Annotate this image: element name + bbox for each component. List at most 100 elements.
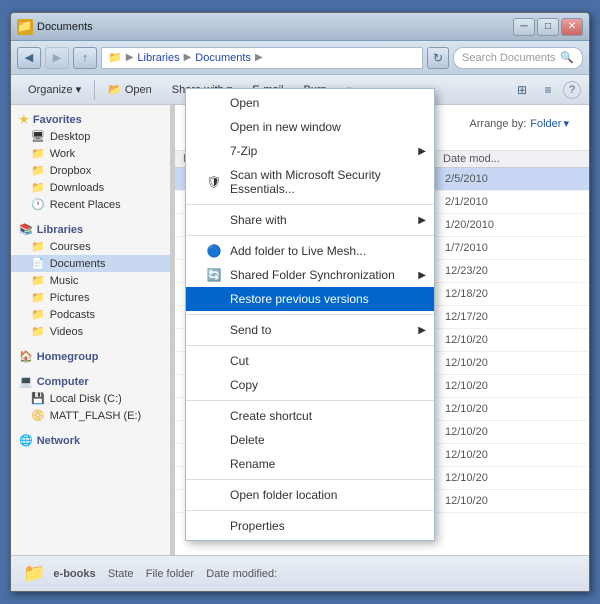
close-button[interactable]: ✕ bbox=[561, 18, 583, 36]
context-menu-separator bbox=[186, 235, 434, 236]
context-menu-separator bbox=[186, 345, 434, 346]
context-menu-item[interactable]: Open in new window bbox=[186, 115, 434, 139]
context-menu-separator bbox=[186, 400, 434, 401]
sidebar-item-documents[interactable]: 📄 Documents bbox=[11, 255, 170, 272]
maximize-button[interactable]: □ bbox=[537, 18, 559, 36]
context-menu-item[interactable]: Open bbox=[186, 91, 434, 115]
view-list-button[interactable]: ≡ bbox=[537, 79, 559, 101]
pictures-label: Pictures bbox=[50, 292, 90, 304]
sidebar-item-podcasts[interactable]: 📁 Podcasts bbox=[11, 306, 170, 323]
sidebar-item-work[interactable]: 📁 Work bbox=[11, 145, 170, 162]
context-menu-item[interactable]: 🔄Shared Folder Synchronization▶ bbox=[186, 263, 434, 287]
title-controls: ─ □ ✕ bbox=[513, 18, 583, 36]
sidebar-item-pictures[interactable]: 📁 Pictures bbox=[11, 289, 170, 306]
file-date: 1/7/2010 bbox=[445, 242, 581, 254]
ctx-item-arrow-icon: ▶ bbox=[418, 215, 426, 226]
libraries-section[interactable]: 📚 Libraries bbox=[11, 219, 170, 238]
file-date: 12/10/20 bbox=[445, 403, 581, 415]
podcasts-label: Podcasts bbox=[50, 309, 95, 321]
title-bar-left: 📁 Documents bbox=[17, 19, 93, 35]
context-menu-item[interactable]: 🛡Scan with Microsoft Security Essentials… bbox=[186, 163, 434, 201]
arrange-value[interactable]: Folder ▾ bbox=[530, 117, 569, 130]
arrange-value-text: Folder bbox=[530, 118, 561, 130]
homegroup-section[interactable]: 🏠 Homegroup bbox=[11, 346, 170, 365]
context-menu-item[interactable]: Properties bbox=[186, 514, 434, 538]
minimize-button[interactable]: ─ bbox=[513, 18, 535, 36]
context-menu-item[interactable]: Rename bbox=[186, 452, 434, 476]
downloads-icon: 📁 bbox=[31, 181, 45, 194]
sidebar-item-recent[interactable]: 🕐 Recent Places bbox=[11, 196, 170, 213]
network-section[interactable]: 🌐 Network bbox=[11, 430, 170, 449]
courses-icon: 📁 bbox=[31, 240, 45, 253]
file-date: 12/10/20 bbox=[445, 426, 581, 438]
sidebar-item-courses[interactable]: 📁 Courses bbox=[11, 238, 170, 255]
computer-icon: 💻 bbox=[19, 375, 33, 388]
ctx-item-label: Open bbox=[230, 96, 259, 110]
view-options-button[interactable]: ⊞ bbox=[511, 79, 533, 101]
help-button[interactable]: ? bbox=[563, 81, 581, 99]
status-info: e-books State File folder Date modified: bbox=[53, 568, 277, 580]
ctx-item-label: Share with bbox=[230, 213, 287, 227]
desktop-icon: 🖥 bbox=[31, 130, 45, 143]
window-title: Documents bbox=[37, 21, 93, 33]
dropbox-icon: 📁 bbox=[31, 164, 45, 177]
context-menu-item[interactable]: Open folder location bbox=[186, 483, 434, 507]
context-menu-separator bbox=[186, 510, 434, 511]
address-path[interactable]: 📁 ▶ Libraries ▶ Documents ▶ bbox=[101, 47, 423, 69]
file-date: 12/17/20 bbox=[445, 311, 581, 323]
context-menu-item[interactable]: Cut bbox=[186, 349, 434, 373]
file-date: 2/5/2010 bbox=[445, 173, 581, 185]
context-menu-separator bbox=[186, 204, 434, 205]
context-menu-item[interactable]: 7-Zip ▶ bbox=[186, 139, 434, 163]
context-menu-item[interactable]: Delete bbox=[186, 428, 434, 452]
sidebar-item-desktop[interactable]: 🖥 Desktop bbox=[11, 128, 170, 145]
computer-section[interactable]: 💻 Computer bbox=[11, 371, 170, 390]
arrange-dropdown-icon: ▾ bbox=[563, 117, 569, 130]
arrange-by: Arrange by: Folder ▾ bbox=[469, 117, 569, 130]
context-menu-item[interactable]: Send to▶ bbox=[186, 318, 434, 342]
up-button[interactable]: ↑ bbox=[73, 47, 97, 69]
sidebar-item-flash-drive[interactable]: 📀 MATT_FLASH (E:) bbox=[11, 407, 170, 424]
desktop-label: Desktop bbox=[50, 131, 90, 143]
context-menu-item[interactable]: Create shortcut bbox=[186, 404, 434, 428]
sidebar: ★ Favorites 🖥 Desktop 📁 Work 📁 Dropbox 📁… bbox=[11, 105, 171, 555]
videos-label: Videos bbox=[50, 326, 83, 338]
dropbox-label: Dropbox bbox=[50, 165, 92, 177]
ctx-item-label: 7-Zip bbox=[230, 144, 257, 158]
address-bar: ◀ ▶ ↑ 📁 ▶ Libraries ▶ Documents ▶ ↻ Sear… bbox=[11, 41, 589, 75]
context-menu-item[interactable]: Share with ▶ bbox=[186, 208, 434, 232]
forward-button[interactable]: ▶ bbox=[45, 47, 69, 69]
back-button[interactable]: ◀ bbox=[17, 47, 41, 69]
sidebar-item-downloads[interactable]: 📁 Downloads bbox=[11, 179, 170, 196]
sidebar-item-videos[interactable]: 📁 Videos bbox=[11, 323, 170, 340]
search-box[interactable]: Search Documents 🔍 bbox=[453, 47, 583, 69]
file-date: 12/10/20 bbox=[445, 357, 581, 369]
toolbar-right: ⊞ ≡ ? bbox=[511, 79, 581, 101]
homegroup-label: Homegroup bbox=[37, 351, 99, 363]
libraries-label: Libraries bbox=[37, 224, 83, 236]
ctx-item-arrow-icon: ▶ bbox=[418, 270, 426, 281]
organize-button[interactable]: Organize ▾ bbox=[19, 78, 90, 102]
ctx-item-arrow-icon: ▶ bbox=[418, 146, 426, 157]
sidebar-item-dropbox[interactable]: 📁 Dropbox bbox=[11, 162, 170, 179]
favorites-section[interactable]: ★ Favorites bbox=[11, 109, 170, 128]
favorites-label: Favorites bbox=[33, 114, 82, 126]
col-date-header: Date mod... bbox=[443, 153, 581, 165]
open-button[interactable]: 📂 Open bbox=[99, 78, 161, 102]
ctx-item-label: Properties bbox=[230, 519, 285, 533]
title-bar: 📁 Documents ─ □ ✕ bbox=[11, 13, 589, 41]
sidebar-item-local-disk[interactable]: 💾 Local Disk (C:) bbox=[11, 390, 170, 407]
context-menu-item[interactable]: Restore previous versions bbox=[186, 287, 434, 311]
pictures-icon: 📁 bbox=[31, 291, 45, 304]
refresh-button[interactable]: ↻ bbox=[427, 47, 449, 69]
file-date: 12/10/20 bbox=[445, 472, 581, 484]
documents-icon: 📄 bbox=[31, 257, 45, 270]
path-sep2: ▶ bbox=[184, 52, 192, 63]
ctx-item-label: Send to bbox=[230, 323, 271, 337]
network-label: Network bbox=[37, 435, 80, 447]
context-menu-item[interactable]: 🔵Add folder to Live Mesh... bbox=[186, 239, 434, 263]
context-menu-item[interactable]: Copy bbox=[186, 373, 434, 397]
podcasts-icon: 📁 bbox=[31, 308, 45, 321]
ctx-item-icon: 🔵 bbox=[206, 244, 222, 258]
sidebar-item-music[interactable]: 📁 Music bbox=[11, 272, 170, 289]
